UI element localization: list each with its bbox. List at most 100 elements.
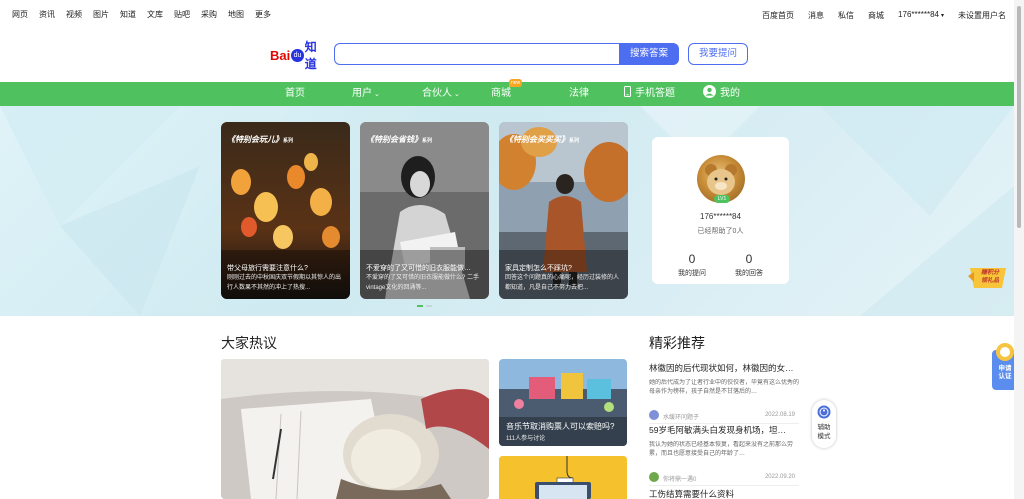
card-series-suffix: 系列 <box>569 138 580 144</box>
card-description: 回答这个问题真的心痛呢，经历过装修的人都知道，凡是自己不努力去把... <box>505 275 620 291</box>
search-answers-button[interactable]: 搜索答案 <box>619 43 679 65</box>
recommend-item-date: 2022.08.19 <box>764 412 795 418</box>
hot-topic-main-image[interactable] <box>221 359 489 499</box>
phone-icon <box>624 86 631 97</box>
chevron-down-icon: ⌄ <box>374 91 380 98</box>
feature-card-travel[interactable]: 《特别会玩儿》系列 带父母旅行需要注意什么? 刚刚过去的中秋国庆双节假期以其惊人… <box>221 122 350 299</box>
nav-law[interactable]: 法律 <box>569 82 589 106</box>
main-nav: 首页 用户 ⌄ 合伙人 ⌄ 商城 new 法律 手机答题 我的 <box>0 79 1014 106</box>
card-title: 带父母旅行需要注意什么? <box>227 265 308 272</box>
hot-topic-participants: 111人参与讨论 <box>506 436 546 442</box>
recommend-item-title: 林徽因的后代现状如何，林徽因的女… <box>649 363 794 373</box>
unset-username-link[interactable]: 未设置用户名 <box>958 10 1006 21</box>
baidu-zhidao-logo[interactable]: Bai du 知道 <box>270 40 328 71</box>
hot-topic-third-card[interactable] <box>499 456 627 499</box>
nav-mobile-label: 手机答题 <box>635 88 675 99</box>
top-nav-more[interactable]: 更多 <box>255 9 271 20</box>
feature-card-clothes[interactable]: 《特别会省钱》系列 不爱穿的了又可惜的旧衣服能做… 不爱穿的了又可惜的旧衣服能做… <box>360 122 489 299</box>
my-questions[interactable]: 0 我的提问 <box>667 252 717 278</box>
recommend-item-user: 水缓环问题子 <box>663 415 700 421</box>
assist-mode-text: 辅助 模式 <box>817 424 831 440</box>
card-series-tag: 《特别会玩儿》系列 <box>227 134 293 145</box>
top-nav-wenku[interactable]: 文库 <box>147 9 163 20</box>
new-badge: new <box>509 79 523 87</box>
top-nav-images[interactable]: 图片 <box>93 9 109 20</box>
helped-count: 已经帮助了0人 <box>697 228 744 235</box>
answers-count: 0 <box>745 252 753 266</box>
recommend-item-desc: 我认为她的状态已经基本恢复，看起来没有之前那么劳累，而且也愿意接受自己的年龄了… <box>649 442 794 457</box>
private-message-link[interactable]: 私信 <box>838 10 854 21</box>
logo-zhidao: 知道 <box>304 40 317 71</box>
messages-link[interactable]: 消息 <box>808 10 824 21</box>
hot-topic-title: 音乐节取消购票人可以索赔吗? <box>506 422 615 431</box>
carousel-dot-active[interactable] <box>417 305 423 307</box>
answers-label: 我的回答 <box>735 270 763 277</box>
nav-mine[interactable]: 我的 <box>703 82 740 106</box>
earn-points-text: 赚积分 领礼品 <box>980 270 999 284</box>
earn-points-gift-widget[interactable]: 赚积分 领礼品 <box>968 266 1008 290</box>
recommend-item-title: 工伤结算需要什么资料 <box>649 489 735 499</box>
nav-mobile-answer[interactable]: 手机答题 <box>624 82 675 106</box>
top-nav-zhidao[interactable]: 知道 <box>120 9 136 20</box>
logo-bai: Bai <box>270 47 291 63</box>
top-nav-left: 网页 资讯 视频 图片 知道 文库 贴吧 采购 地图 更多 <box>12 9 271 20</box>
recommend-item[interactable]: 工伤结算需要什么资料 <box>649 488 799 499</box>
divider <box>649 485 799 486</box>
card-series-name: 《特别会省钱》 <box>366 135 422 144</box>
top-nav-video[interactable]: 视频 <box>66 9 82 20</box>
top-nav-news[interactable]: 资讯 <box>39 9 55 20</box>
card-series-suffix: 系列 <box>283 138 294 144</box>
top-nav-tieba[interactable]: 贴吧 <box>174 9 190 20</box>
ask-question-button[interactable]: 我要提问 <box>688 43 748 65</box>
assist-mode-button[interactable]: 辅助 模式 <box>812 400 836 448</box>
questions-count: 0 <box>688 252 696 266</box>
username: 176******84 <box>898 10 939 19</box>
card-series-suffix: 系列 <box>422 138 433 144</box>
carousel-dot[interactable] <box>426 305 432 307</box>
my-answers[interactable]: 0 我的回答 <box>724 252 774 278</box>
hero-banner: 《特别会玩儿》系列 带父母旅行需要注意什么? 刚刚过去的中秋国庆双节假期以其惊人… <box>0 106 1014 316</box>
recommend-item-desc: 她的后代成为了让者行业中的佼佼者，毕竟有这么优秀的母亲作为榜样，孩子自然是不甘落… <box>649 380 799 395</box>
sleeping-person-photo <box>221 359 489 499</box>
chevron-down-icon: ⌄ <box>454 91 460 98</box>
hot-discussion-title: 大家热议 <box>221 335 277 351</box>
scrollbar-thumb[interactable] <box>1017 6 1021 228</box>
recommend-item-user: 你将鼎一遇0 <box>663 477 697 483</box>
questions-label: 我的提问 <box>678 270 706 277</box>
accessibility-icon <box>817 405 831 419</box>
recommend-title: 精彩推荐 <box>649 335 705 351</box>
feature-card-furniture[interactable]: 《特别会买买买》系列 家具定制怎么不踩坑? 回答这个问题真的心痛呢，经历过装修的… <box>499 122 628 299</box>
recommend-item-meta: 你将鼎一遇0 2022.09.20 <box>649 472 799 483</box>
page-scrollbar[interactable] <box>1014 0 1024 499</box>
top-bar: 网页 资讯 视频 图片 知道 文库 贴吧 采购 地图 更多 百度首页 消息 私信… <box>0 0 1014 28</box>
caret-down-icon: ▾ <box>940 13 944 19</box>
nav-users-label: 用户 <box>352 88 372 99</box>
recommend-item-meta: 水缓环问题子 2022.08.19 <box>649 410 799 421</box>
card-title: 家具定制怎么不踩坑? <box>505 265 572 272</box>
recommend-item[interactable]: 林徽因的后代现状如何，林徽因的女… 她的后代成为了让者行业中的佼佼者，毕竟有这么… <box>649 362 799 424</box>
card-title: 不爱穿的了又可惜的旧衣服能做… <box>366 265 471 272</box>
profile-username: 176******84 <box>700 212 741 221</box>
card-series-name: 《特别会买买买》 <box>505 135 569 144</box>
hot-topic-music-festival[interactable]: 音乐节取消购票人可以索赔吗? 111人参与讨论 <box>499 359 627 446</box>
baidu-home-link[interactable]: 百度首页 <box>762 10 794 21</box>
card-series-name: 《特别会玩儿》 <box>227 135 283 144</box>
recommend-item-title: 59岁毛阿敏满头白发现身机场，坦… <box>649 425 786 435</box>
nav-mall[interactable]: 商城 new <box>491 79 523 106</box>
user-icon <box>703 85 716 98</box>
user-menu[interactable]: 176******84 ▾ <box>898 10 944 21</box>
nav-mall-label: 商城 <box>491 88 511 99</box>
card-series-tag: 《特别会买买买》系列 <box>505 134 579 145</box>
mall-link[interactable]: 商城 <box>868 10 884 21</box>
card-series-tag: 《特别会省钱》系列 <box>366 134 432 145</box>
top-nav-web[interactable]: 网页 <box>12 9 28 20</box>
top-nav-purchase[interactable]: 采购 <box>201 9 217 20</box>
nav-home[interactable]: 首页 <box>285 82 305 106</box>
top-nav-right: 百度首页 消息 私信 商城 176******84 ▾ 未设置用户名 <box>762 10 1006 21</box>
nav-partners[interactable]: 合伙人 ⌄ <box>422 82 460 106</box>
search-input[interactable] <box>334 43 620 65</box>
logo-paw-icon: du <box>291 48 304 62</box>
top-nav-map[interactable]: 地图 <box>228 9 244 20</box>
nav-users[interactable]: 用户 ⌄ <box>352 82 380 106</box>
recommend-item[interactable]: 59岁毛阿敏满头白发现身机场，坦… 我认为她的状态已经基本恢复，看起来没有之前那… <box>649 424 799 486</box>
